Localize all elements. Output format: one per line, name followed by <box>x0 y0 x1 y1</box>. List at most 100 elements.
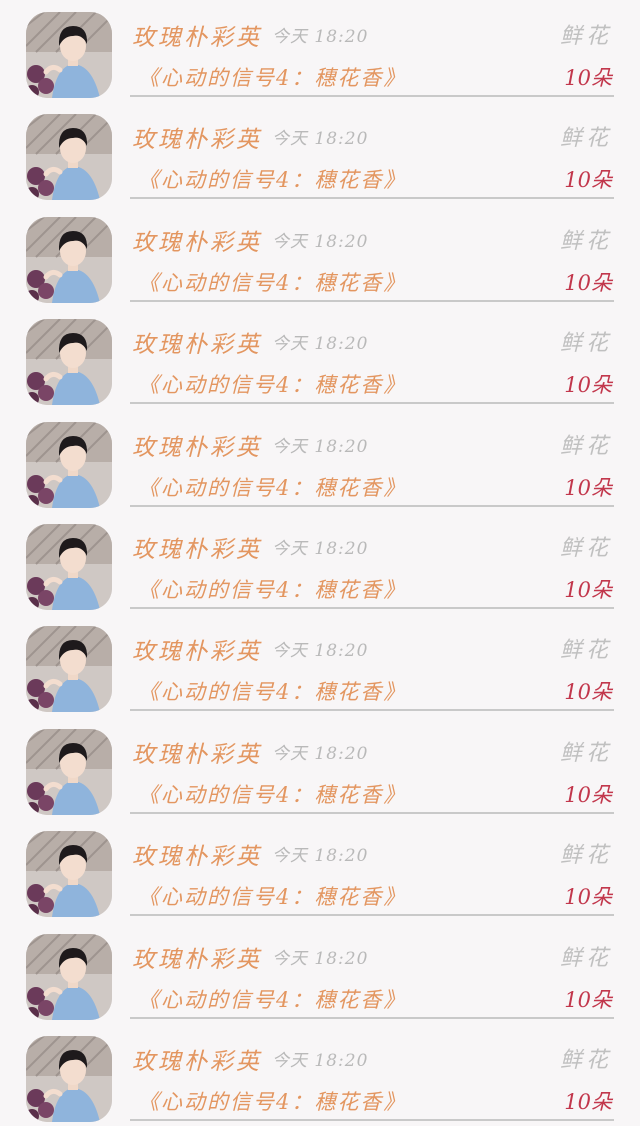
show-title: 《心动的信号4：穗花香》 <box>138 168 407 193</box>
sender-name: 玫瑰朴彩英 <box>132 537 262 563</box>
user-avatar[interactable] <box>26 319 112 406</box>
avatar-photo-icon <box>26 319 112 406</box>
record-time: 今天 18:20 <box>272 1051 369 1071</box>
gift-count: 10朵 <box>564 270 612 295</box>
user-avatar[interactable] <box>26 831 112 918</box>
sender-name: 玫瑰朴彩英 <box>132 639 262 666</box>
gift-record-row[interactable]: 玫瑰朴彩英 今天 18:20 鲜花《心动的信号4：穗花香》 10朵 <box>0 922 640 1024</box>
user-avatar[interactable] <box>26 524 112 610</box>
user-avatar[interactable] <box>26 933 112 1020</box>
record-time: 今天 18:20 <box>272 743 369 764</box>
gift-record-row[interactable]: 玫瑰朴彩英 今天 18:20 鲜花《心动的信号4：穗花香》 10朵 <box>0 307 640 409</box>
gift-record-row[interactable]: 玫瑰朴彩英 今天 18:20 鲜花《心动的信号4：穗花香》 10朵 <box>0 614 640 716</box>
row-divider <box>130 504 614 507</box>
record-time: 今天 18:20 <box>272 436 369 457</box>
record-time: 今天 18:20 <box>272 641 369 662</box>
gift-count: 10朵 <box>564 475 612 500</box>
gift-type-label: 鲜花 <box>559 843 612 869</box>
gift-record-row[interactable]: 玫瑰朴彩英 今天 18:20 鲜花《心动的信号4：穗花香》 10朵 <box>0 1024 640 1126</box>
avatar-photo-icon <box>26 626 112 713</box>
record-time: 今天 18:20 <box>272 334 369 355</box>
gift-count: 10朵 <box>564 680 612 705</box>
avatar-photo-icon <box>26 421 112 508</box>
show-title: 《心动的信号4：穗花香》 <box>138 885 407 910</box>
sender-name: 玫瑰朴彩英 <box>132 127 262 154</box>
show-title: 《心动的信号4：穗花香》 <box>138 680 407 705</box>
sender-name: 玫瑰朴彩英 <box>132 229 262 256</box>
avatar-photo-icon <box>26 12 112 98</box>
row-divider <box>130 709 614 712</box>
user-avatar[interactable] <box>26 421 112 508</box>
gift-type-label: 鲜花 <box>559 24 612 49</box>
record-time: 今天 18:20 <box>272 231 369 252</box>
show-title: 《心动的信号4：穗花香》 <box>138 578 407 602</box>
gift-count: 10朵 <box>564 578 612 602</box>
user-avatar[interactable] <box>26 114 112 201</box>
avatar-photo-icon <box>26 831 112 918</box>
row-divider <box>130 197 614 200</box>
gift-record-row[interactable]: 玫瑰朴彩英 今天 18:20 鲜花《心动的信号4：穗花香》 10朵 <box>0 717 640 819</box>
gift-count: 10朵 <box>564 66 612 90</box>
sender-name: 玫瑰朴彩英 <box>132 946 262 973</box>
gift-type-label: 鲜花 <box>559 740 612 766</box>
user-avatar[interactable] <box>26 626 112 713</box>
avatar-photo-icon <box>26 216 112 303</box>
gift-type-label: 鲜花 <box>559 536 612 561</box>
avatar-photo-icon <box>26 524 112 610</box>
row-divider <box>130 299 614 302</box>
gift-count: 10朵 <box>564 987 612 1012</box>
gift-count: 10朵 <box>564 168 612 193</box>
gift-type-label: 鲜花 <box>559 945 612 971</box>
avatar-photo-icon <box>26 1036 112 1122</box>
row-divider <box>130 811 614 814</box>
gift-type-label: 鲜花 <box>559 228 612 254</box>
sender-name: 玫瑰朴彩英 <box>132 434 262 461</box>
row-divider <box>130 95 614 97</box>
row-divider <box>130 607 614 609</box>
user-avatar[interactable] <box>26 216 112 303</box>
record-time: 今天 18:20 <box>272 129 369 150</box>
gift-count: 10朵 <box>564 1090 612 1114</box>
sender-name: 玫瑰朴彩英 <box>132 844 262 871</box>
record-time: 今天 18:20 <box>272 948 369 969</box>
gift-record-list: 玫瑰朴彩英 今天 18:20 鲜花 《心动的信号4：穗花香》 10朵 玫瑰朴彩英 今天 18… <box>0 0 640 1125</box>
gift-record-row[interactable]: 玫瑰朴彩英 今天 18:20 鲜花《心动的信号4：穗花香》 10朵 <box>0 102 640 204</box>
sender-name: 玫瑰朴彩英 <box>132 25 262 51</box>
show-title: 《心动的信号4：穗花香》 <box>138 66 407 90</box>
show-title: 《心动的信号4：穗花香》 <box>138 987 407 1012</box>
show-title: 《心动的信号4：穗花香》 <box>138 1090 407 1114</box>
gift-type-label: 鲜花 <box>559 433 612 459</box>
row-divider <box>130 1016 614 1019</box>
gift-record-row[interactable]: 玫瑰朴彩英 今天 18:20 鲜花《心动的信号4：穗花香》 10朵 <box>0 410 640 512</box>
gift-type-label: 鲜花 <box>559 126 612 152</box>
gift-count: 10朵 <box>564 373 612 398</box>
record-time: 今天 18:20 <box>272 539 369 559</box>
gift-type-label: 鲜花 <box>559 1048 612 1073</box>
gift-record-row[interactable]: 玫瑰朴彩英 今天 18:20 鲜花《心动的信号4：穗花香》 10朵 <box>0 0 640 102</box>
gift-record-row[interactable]: 玫瑰朴彩英 今天 18:20 鲜花《心动的信号4：穗花香》 10朵 <box>0 819 640 921</box>
row-divider <box>130 402 614 405</box>
user-avatar[interactable] <box>26 1036 112 1122</box>
sender-name: 玫瑰朴彩英 <box>132 741 262 768</box>
gift-count: 10朵 <box>564 782 612 807</box>
user-avatar[interactable] <box>26 12 112 98</box>
gift-type-label: 鲜花 <box>559 638 612 664</box>
avatar-photo-icon <box>26 933 112 1020</box>
record-time: 今天 18:20 <box>272 27 369 47</box>
show-title: 《心动的信号4：穗花香》 <box>138 270 407 295</box>
row-divider <box>130 1119 614 1121</box>
sender-name: 玫瑰朴彩英 <box>132 1049 262 1075</box>
gift-record-row[interactable]: 玫瑰朴彩英 今天 18:20 鲜花《心动的信号4：穗花香》 10朵 <box>0 205 640 307</box>
show-title: 《心动的信号4：穗花香》 <box>138 782 407 807</box>
avatar-photo-icon <box>26 728 112 815</box>
gift-type-label: 鲜花 <box>559 331 612 357</box>
sender-name: 玫瑰朴彩英 <box>132 332 262 359</box>
show-title: 《心动的信号4：穗花香》 <box>138 475 407 500</box>
row-divider <box>130 914 614 917</box>
user-avatar[interactable] <box>26 728 112 815</box>
avatar-photo-icon <box>26 114 112 201</box>
gift-record-row[interactable]: 玫瑰朴彩英 今天 18:20 鲜花《心动的信号4：穗花香》 10朵 <box>0 512 640 614</box>
gift-count: 10朵 <box>564 885 612 910</box>
record-time: 今天 18:20 <box>272 846 369 867</box>
show-title: 《心动的信号4：穗花香》 <box>138 373 407 398</box>
